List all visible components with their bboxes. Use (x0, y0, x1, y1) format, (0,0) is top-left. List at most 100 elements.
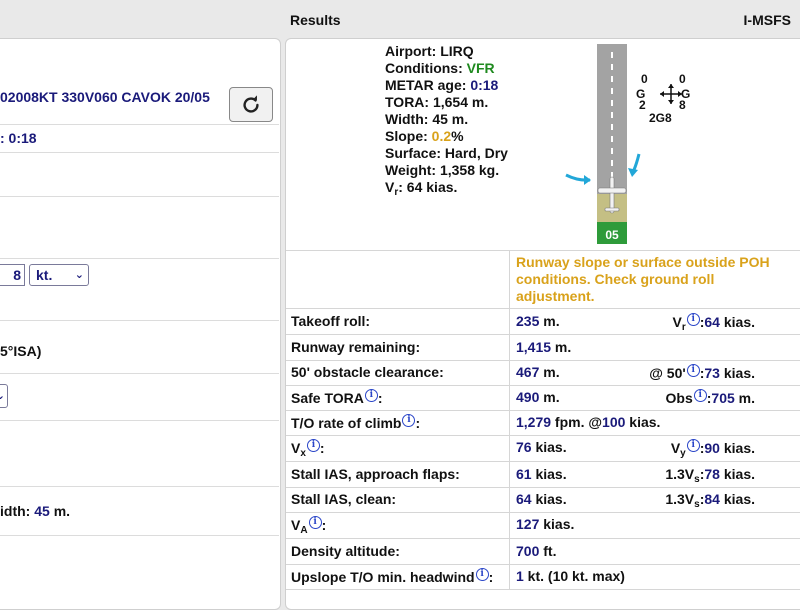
row-extra: Vyi:90 kias. (670, 439, 755, 459)
value-unit-2: kias. (625, 414, 661, 430)
table-row: Stall IAS, clean: 64 kias. 1.3Vs:84 kias… (286, 487, 800, 513)
wind-top-right: 0 (679, 72, 686, 86)
divider (0, 124, 279, 125)
row-extra: 1.3Vs:78 kias. (665, 466, 755, 485)
conditions-line: Conditions: VFR (385, 60, 508, 77)
row-label: Upslope T/O min. headwind i: (291, 568, 494, 585)
row-value: 64 kias. (516, 491, 567, 507)
divider (509, 410, 510, 436)
row-extra: Obs i:705 m. (665, 389, 755, 406)
divider (509, 512, 510, 539)
row-value: 61 kias. (516, 466, 567, 482)
row-extra: Vri:64 kias. (672, 313, 755, 333)
row-value: 1,415 m. (516, 339, 571, 355)
info-icon[interactable]: i (475, 568, 489, 581)
label-text: V (291, 517, 301, 533)
wind-unit-select[interactable]: kt. ⌄ (29, 264, 89, 286)
extra-unit: kias. (719, 440, 755, 456)
width-row: idth: 45 m. (0, 503, 70, 519)
chevron-down-icon: ⌄ (74, 269, 84, 281)
isa-text: 5°ISA) (0, 343, 42, 359)
metar-text: 02008KT 330V060 CAVOK 20/05 (0, 89, 210, 105)
table-row: Stall IAS, approach flaps: 61 kias. 1.3V… (286, 462, 800, 488)
extra-sub: s (694, 499, 700, 510)
width-line: Width: 45 m. (385, 111, 508, 128)
divider (509, 487, 510, 513)
info-icon[interactable]: i (308, 516, 322, 529)
info-icon[interactable]: i (402, 414, 416, 427)
extra-value: 84 (704, 491, 720, 507)
weight-line: Weight: 1,358 kg. (385, 162, 508, 179)
row-label: Vxi: (291, 439, 325, 459)
info-icon[interactable]: i (364, 389, 378, 402)
extra-value: 90 (704, 440, 720, 456)
row-value: 700 ft. (516, 543, 556, 559)
divider (509, 335, 510, 361)
info-icon[interactable]: i (686, 364, 700, 377)
table-row: Takeoff roll: 235 m. Vri:64 kias. (286, 309, 800, 335)
extra-label: V (670, 440, 681, 456)
info-icon[interactable]: i (693, 389, 707, 402)
extra-sub: y (680, 448, 686, 459)
row-value: 127 kias. (516, 516, 574, 532)
partial-select[interactable]: ⌄ (0, 384, 8, 408)
extra-value: 64 (704, 314, 720, 330)
vr-label: V (385, 179, 395, 195)
weight-value: 1,358 kg. (439, 162, 500, 178)
info-icon[interactable]: i (306, 439, 320, 452)
width-unit: m. (53, 503, 71, 519)
summary-block: Airport: LIRQ Conditions: VFR METAR age:… (385, 43, 508, 201)
value-number: 1,415 (516, 339, 552, 355)
value-unit: kias. (531, 466, 567, 482)
slope-label: Slope: (385, 128, 428, 144)
refresh-button[interactable] (229, 87, 273, 122)
conditions-value: VFR (466, 60, 495, 76)
wind-arrow-right-head (628, 168, 638, 177)
info-icon[interactable]: i (686, 439, 700, 452)
refresh-icon (243, 94, 259, 113)
chevron-down-icon: ⌄ (0, 390, 5, 402)
divider (509, 385, 510, 411)
wind-speed-input[interactable]: 8 (0, 264, 25, 286)
value-unit: kt. (10 kt. max) (523, 568, 625, 584)
label-text: Safe TORA (291, 390, 364, 406)
value-unit: fpm. @ (551, 414, 603, 430)
tora-label: TORA: (385, 94, 430, 110)
table-row: T/O rate of climb i: 1,279 fpm. @100 kias… (286, 410, 800, 436)
extra-label: 1.3V (665, 491, 695, 507)
divider (0, 320, 279, 321)
slope-unit: % (451, 128, 464, 144)
metar-age-partial: : 0:18 (0, 130, 37, 146)
value-number: 64 (516, 491, 532, 507)
width-label: Width: (385, 111, 429, 127)
table-row: Runway remaining: 1,415 m. (286, 335, 800, 361)
value-unit: kias. (539, 516, 575, 532)
row-extra: 1.3Vs:84 kias. (665, 491, 755, 510)
conditions-label: Conditions: (385, 60, 463, 76)
surface-value: Hard, Dry (444, 145, 508, 161)
divider (286, 250, 800, 251)
value-number: 1,279 (516, 414, 552, 430)
width-value: 45 m. (432, 111, 469, 127)
divider (509, 435, 510, 462)
value-unit: ft. (539, 543, 557, 559)
metar-age-line: METAR age: 0:18 (385, 77, 508, 94)
extra-label: @ 50' (649, 365, 686, 381)
runway-diagram: 05 0 0 G G 2 8 2G8 (565, 44, 690, 244)
divider (509, 564, 510, 590)
divider (509, 462, 510, 488)
row-value: 1,279 fpm. @100 kias. (516, 414, 660, 430)
wind-top-left: 0 (641, 72, 648, 86)
extra-sub: s (694, 474, 700, 485)
info-icon[interactable]: i (686, 313, 700, 326)
wind-compass: 0 0 G G 2 8 2G8 (636, 72, 690, 125)
extra-label: 1.3V (665, 466, 695, 482)
extra-unit: kias. (719, 314, 755, 330)
table-row: Density altitude: 700 ft. (286, 539, 800, 565)
table-row: Upslope T/O min. headwind i: 1 kt. (10 kt… (286, 564, 800, 590)
extra-sub: r (681, 322, 686, 333)
surface-line: Surface: Hard, Dry (385, 145, 508, 162)
row-label: Stall IAS, clean: (291, 491, 397, 507)
row-label: Stall IAS, approach flaps: (291, 466, 460, 482)
table-row: VAi: 127 kias. (286, 512, 800, 539)
